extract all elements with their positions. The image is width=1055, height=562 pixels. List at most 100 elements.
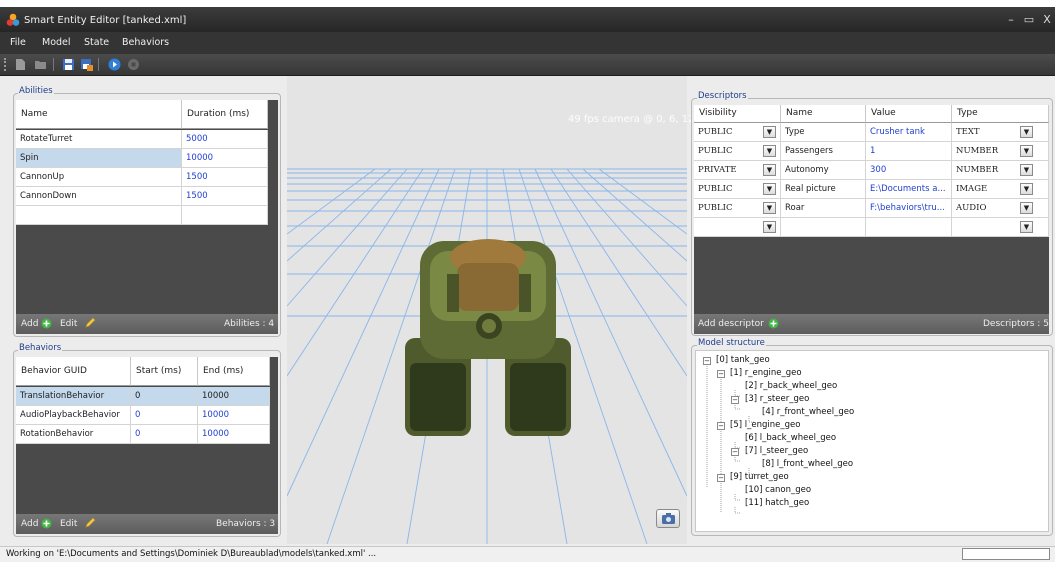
- behavior-end-cell[interactable]: 10000: [198, 425, 270, 444]
- descriptor-name-cell[interactable]: Passengers: [781, 142, 866, 161]
- descriptor-value-cell[interactable]: 300: [866, 161, 952, 180]
- chevron-down-icon[interactable]: ▼: [763, 164, 776, 176]
- descriptors-header-visibility[interactable]: Visibility: [694, 105, 781, 123]
- minimize-button[interactable]: –: [1003, 13, 1019, 26]
- collapse-toggle-icon[interactable]: −: [717, 422, 725, 430]
- tree-node[interactable]: [9] turret_geo: [730, 472, 789, 482]
- tree-node[interactable]: [11] hatch_geo: [745, 498, 809, 508]
- tree-node[interactable]: [10] canon_geo: [745, 485, 811, 495]
- chevron-down-icon[interactable]: ▼: [1020, 221, 1033, 233]
- behavior-guid-cell[interactable]: TranslationBehavior: [16, 387, 131, 406]
- menu-behaviors[interactable]: Behaviors: [122, 37, 169, 48]
- descriptor-type-select[interactable]: NUMBER: [952, 142, 1049, 161]
- descriptor-value-cell[interactable]: 1: [866, 142, 952, 161]
- collapse-toggle-icon[interactable]: −: [731, 396, 739, 404]
- chevron-down-icon[interactable]: ▼: [763, 202, 776, 214]
- ability-duration-cell[interactable]: 1500: [182, 168, 268, 187]
- descriptor-value-cell[interactable]: Crusher tank: [866, 123, 952, 142]
- add-descriptor-label[interactable]: Add descriptor: [698, 319, 764, 329]
- tree-node[interactable]: [3] r_steer_geo: [745, 394, 809, 404]
- maximize-button[interactable]: ▭: [1021, 13, 1037, 26]
- descriptor-value-cell[interactable]: F:\behaviors\tru...: [866, 199, 952, 218]
- descriptor-value-cell[interactable]: E:\Documents a...: [866, 180, 952, 199]
- toolbar-grip[interactable]: [4, 58, 6, 71]
- descriptor-new-value-cell[interactable]: [866, 218, 952, 237]
- tree-node[interactable]: [6] l_back_wheel_geo: [745, 433, 836, 443]
- save-icon[interactable]: [62, 58, 75, 71]
- new-file-icon[interactable]: [14, 58, 27, 71]
- collapse-toggle-icon[interactable]: −: [717, 474, 725, 482]
- chevron-down-icon[interactable]: ▼: [1020, 164, 1033, 176]
- behaviors-header-guid[interactable]: Behavior GUID: [16, 357, 131, 386]
- chevron-down-icon[interactable]: ▼: [1020, 202, 1033, 214]
- open-folder-icon[interactable]: [34, 58, 47, 71]
- behavior-start-cell[interactable]: 0: [131, 425, 198, 444]
- behavior-guid-cell[interactable]: AudioPlaybackBehavior: [16, 406, 131, 425]
- chevron-down-icon[interactable]: ▼: [1020, 126, 1033, 138]
- abilities-edit-label[interactable]: Edit: [60, 319, 77, 329]
- abilities-header-duration[interactable]: Duration (ms): [182, 100, 268, 129]
- tree-node[interactable]: [2] r_back_wheel_geo: [745, 381, 837, 391]
- 3d-viewport[interactable]: [287, 76, 687, 544]
- descriptor-new-type-select[interactable]: [952, 218, 1049, 237]
- tree-node[interactable]: [8] l_front_wheel_geo: [762, 459, 853, 469]
- edit-pencil-icon[interactable]: [84, 317, 96, 329]
- descriptor-type-select[interactable]: AUDIO: [952, 199, 1049, 218]
- descriptor-name-cell[interactable]: Real picture: [781, 180, 866, 199]
- tree-node[interactable]: [1] r_engine_geo: [730, 368, 802, 378]
- ability-name-cell[interactable]: Spin: [16, 149, 182, 168]
- ability-new-row-cell[interactable]: [16, 206, 182, 225]
- descriptor-type-select[interactable]: NUMBER: [952, 161, 1049, 180]
- abilities-header-name[interactable]: Name: [16, 100, 182, 129]
- behavior-guid-cell[interactable]: RotationBehavior: [16, 425, 131, 444]
- behaviors-header-start[interactable]: Start (ms): [131, 357, 198, 386]
- behavior-end-cell[interactable]: 10000: [198, 406, 270, 425]
- descriptor-type-select[interactable]: IMAGE: [952, 180, 1049, 199]
- add-icon[interactable]: [768, 318, 779, 329]
- behavior-start-cell[interactable]: 0: [131, 406, 198, 425]
- tree-node[interactable]: [7] l_steer_geo: [745, 446, 808, 456]
- chevron-down-icon[interactable]: ▼: [763, 221, 776, 233]
- behavior-end-cell[interactable]: 10000: [198, 387, 270, 406]
- chevron-down-icon[interactable]: ▼: [1020, 145, 1033, 157]
- descriptor-new-name-cell[interactable]: [781, 218, 866, 237]
- edit-pencil-icon[interactable]: [84, 517, 96, 529]
- behaviors-add-label[interactable]: Add: [21, 519, 38, 529]
- close-button[interactable]: X: [1039, 13, 1055, 26]
- behaviors-edit-label[interactable]: Edit: [60, 519, 77, 529]
- save-as-icon[interactable]: [80, 58, 93, 71]
- ability-name-cell[interactable]: RotateTurret: [16, 130, 182, 149]
- tree-node[interactable]: [4] r_front_wheel_geo: [762, 407, 854, 417]
- play-icon[interactable]: [108, 58, 121, 71]
- descriptor-name-cell[interactable]: Type: [781, 123, 866, 142]
- chevron-down-icon[interactable]: ▼: [1020, 183, 1033, 195]
- chevron-down-icon[interactable]: ▼: [763, 126, 776, 138]
- ability-name-cell[interactable]: CannonDown: [16, 187, 182, 206]
- behaviors-header-end[interactable]: End (ms): [198, 357, 270, 386]
- collapse-toggle-icon[interactable]: −: [731, 448, 739, 456]
- abilities-add-label[interactable]: Add: [21, 319, 38, 329]
- descriptors-header-value[interactable]: Value: [866, 105, 952, 123]
- add-icon[interactable]: [41, 518, 52, 529]
- tree-node[interactable]: [5] l_engine_geo: [730, 420, 800, 430]
- collapse-toggle-icon[interactable]: −: [703, 357, 711, 365]
- chevron-down-icon[interactable]: ▼: [763, 145, 776, 157]
- ability-duration-cell[interactable]: 1500: [182, 187, 268, 206]
- menu-state[interactable]: State: [84, 37, 109, 48]
- menu-file[interactable]: File: [10, 37, 26, 48]
- stop-icon[interactable]: [127, 58, 140, 71]
- ability-duration-cell[interactable]: 5000: [182, 130, 268, 149]
- menu-model[interactable]: Model: [42, 37, 71, 48]
- screenshot-button[interactable]: [656, 509, 680, 528]
- ability-duration-cell[interactable]: 10000: [182, 149, 268, 168]
- behavior-start-cell[interactable]: 0: [131, 387, 198, 406]
- add-icon[interactable]: [41, 318, 52, 329]
- descriptor-type-select[interactable]: TEXT: [952, 123, 1049, 142]
- descriptor-name-cell[interactable]: Roar: [781, 199, 866, 218]
- descriptors-header-name[interactable]: Name: [781, 105, 866, 123]
- chevron-down-icon[interactable]: ▼: [763, 183, 776, 195]
- tree-node[interactable]: [0] tank_geo: [716, 355, 770, 365]
- collapse-toggle-icon[interactable]: −: [717, 370, 725, 378]
- descriptors-header-type[interactable]: Type: [952, 105, 1049, 123]
- descriptor-name-cell[interactable]: Autonomy: [781, 161, 866, 180]
